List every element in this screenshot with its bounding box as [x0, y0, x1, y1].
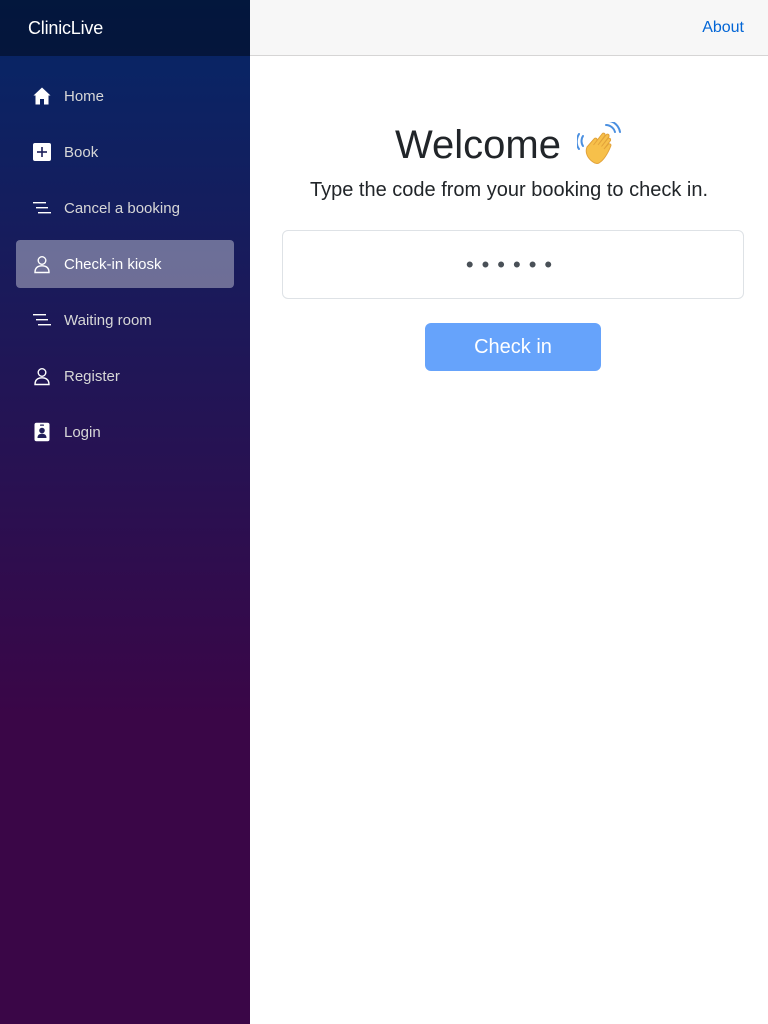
sidebar-item-cancel-booking[interactable]: Cancel a booking [16, 184, 234, 232]
app-root: ClinicLive Home Book Cancel a booking Ch… [0, 0, 768, 1024]
sidebar-item-label: Waiting room [64, 311, 152, 329]
sidebar-item-label: Book [64, 143, 99, 161]
sidebar-item-home[interactable]: Home [16, 72, 234, 120]
plus-square-icon [32, 142, 52, 162]
home-icon [32, 86, 52, 106]
sidebar-item-label: Register [64, 367, 120, 385]
sidebar: ClinicLive Home Book Cancel a booking Ch… [0, 0, 250, 1024]
sidebar-item-label: Check-in kiosk [64, 255, 162, 273]
subtitle: Type the code from your booking to check… [310, 179, 708, 201]
brand-bar: ClinicLive [0, 0, 250, 56]
check-in-button[interactable]: Check in [425, 323, 601, 371]
top-row: About [250, 0, 768, 56]
brand-link[interactable]: ClinicLive [28, 18, 103, 39]
sidebar-nav: Home Book Cancel a booking Check-in kios… [0, 56, 250, 456]
welcome-heading: Welcome [250, 122, 768, 168]
about-link[interactable]: About [702, 19, 744, 37]
list-lines-icon [32, 310, 52, 330]
sidebar-item-label: Login [64, 423, 101, 441]
person-icon [32, 254, 52, 274]
sidebar-item-register[interactable]: Register [16, 352, 234, 400]
sidebar-item-waiting-room[interactable]: Waiting room [16, 296, 234, 344]
list-lines-icon [32, 198, 52, 218]
badge-icon [32, 422, 52, 442]
page-title: Welcome [395, 122, 561, 167]
booking-code-input[interactable] [282, 230, 744, 299]
sidebar-item-label: Home [64, 87, 105, 105]
person-icon [32, 366, 52, 386]
sidebar-item-login[interactable]: Login [16, 408, 234, 456]
sidebar-item-book[interactable]: Book [16, 128, 234, 176]
sidebar-item-check-in-kiosk[interactable]: Check-in kiosk [16, 240, 234, 288]
sidebar-item-label: Cancel a booking [64, 199, 180, 217]
waving-hand-icon [576, 122, 623, 168]
main-content: Welcome Type the code from your booking … [250, 56, 768, 1024]
